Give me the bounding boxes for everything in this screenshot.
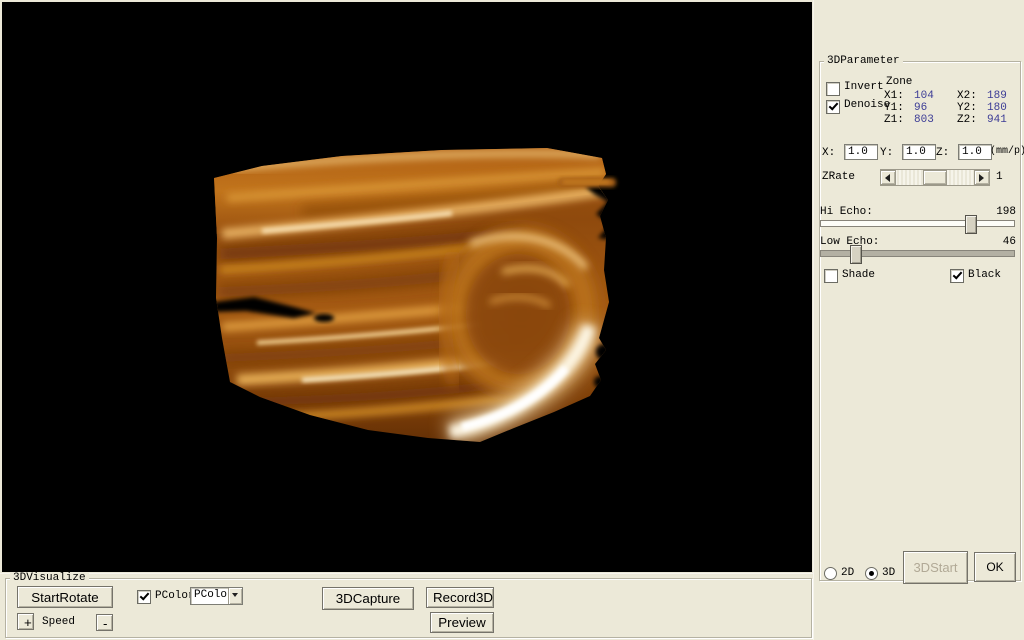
mode-3d-radio[interactable] <box>865 567 878 580</box>
volume-render <box>2 2 812 572</box>
right-arrow-icon <box>979 174 984 182</box>
zone-y1-label: Y1: <box>884 102 904 114</box>
low-echo-value: 46 <box>1003 236 1016 248</box>
mode-2d-radio[interactable] <box>824 567 837 580</box>
start-rotate-button[interactable]: StartRotate <box>17 586 113 608</box>
3d-viewport[interactable] <box>2 2 812 572</box>
zone-z1-label: Z1: <box>884 114 904 126</box>
zrate-label: ZRate <box>822 171 855 183</box>
zone-x1-label: X1: <box>884 90 904 102</box>
invert-checkbox[interactable] <box>826 82 840 96</box>
pcolor-label: PColor <box>155 590 195 602</box>
zone-z1-value: 803 <box>914 114 934 126</box>
zone-y2-value: 180 <box>987 102 1007 114</box>
pcolor-checkbox[interactable] <box>137 590 151 604</box>
zone-y2-label: Y2: <box>957 102 977 114</box>
preview-button[interactable]: Preview <box>430 612 494 633</box>
left-arrow-icon <box>885 174 890 182</box>
hi-echo-value: 198 <box>996 206 1016 218</box>
zone-x1-value: 104 <box>914 90 934 102</box>
visualize-groupbox: 3DVisualize StartRotate + Speed - PColor… <box>5 578 812 638</box>
speed-plus-button[interactable]: + <box>17 613 34 630</box>
zrate-value: 1 <box>996 171 1003 183</box>
shade-checkbox[interactable] <box>824 269 838 283</box>
low-echo-track[interactable] <box>820 250 1015 257</box>
mode-2d-label: 2D <box>841 567 854 579</box>
zone-title: Zone <box>886 76 912 88</box>
dropdown-arrow-icon[interactable] <box>228 588 242 604</box>
zrate-scrollbar[interactable] <box>880 169 990 186</box>
parameter-group-title: 3DParameter <box>824 55 903 67</box>
y-scale-label: Y: <box>880 147 893 159</box>
black-label: Black <box>968 269 1001 281</box>
denoise-checkbox[interactable] <box>826 100 840 114</box>
invert-label: Invert <box>844 81 884 93</box>
zone-x2-value: 189 <box>987 90 1007 102</box>
zone-z2-label: Z2: <box>957 114 977 126</box>
3dstart-button[interactable]: 3DStart <box>903 551 968 584</box>
hi-echo-thumb[interactable] <box>965 215 977 234</box>
mode-3d-label: 3D <box>882 567 895 579</box>
x-scale-input[interactable]: 1.0 <box>844 144 878 160</box>
black-checkbox[interactable] <box>950 269 964 283</box>
visualize-group-title: 3DVisualize <box>10 572 89 584</box>
ok-button[interactable]: OK <box>974 552 1016 582</box>
record3d-button[interactable]: Record3D <box>426 587 494 608</box>
visualize-bar: 3DVisualize StartRotate + Speed - PColor… <box>0 573 813 640</box>
hi-echo-label: Hi Echo: <box>820 206 873 218</box>
x-scale-label: X: <box>822 147 835 159</box>
shade-label: Shade <box>842 269 875 281</box>
zrate-left-arrow[interactable] <box>880 170 896 185</box>
zone-x2-label: X2: <box>957 90 977 102</box>
speed-minus-button[interactable]: - <box>96 614 113 631</box>
speed-label: Speed <box>42 616 75 628</box>
scale-unit-label: (mm/p) <box>990 146 1024 157</box>
parameter-panel: 3DParameter Invert Denoise Zone X1: 104 … <box>813 0 1024 640</box>
parameter-groupbox: 3DParameter Invert Denoise Zone X1: 104 … <box>819 61 1021 581</box>
zrate-thumb[interactable] <box>923 170 947 185</box>
pcolor-select[interactable]: PColor <box>190 587 243 605</box>
hi-echo-track[interactable] <box>820 220 1015 227</box>
low-echo-thumb[interactable] <box>850 245 862 264</box>
z-scale-label: Z: <box>936 147 949 159</box>
app-window: 3DParameter Invert Denoise Zone X1: 104 … <box>0 0 1024 640</box>
y-scale-input[interactable]: 1.0 <box>902 144 936 160</box>
zone-y1-value: 96 <box>914 102 927 114</box>
z-scale-input[interactable]: 1.0 <box>958 144 992 160</box>
3dcapture-button[interactable]: 3DCapture <box>322 587 414 610</box>
zrate-right-arrow[interactable] <box>974 170 990 185</box>
zone-z2-value: 941 <box>987 114 1007 126</box>
